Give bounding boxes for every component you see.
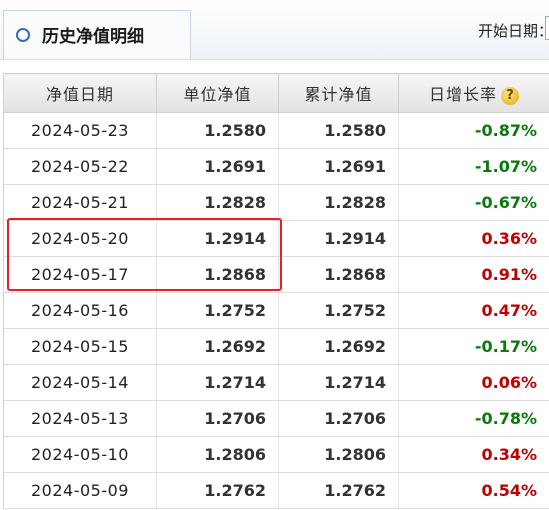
growth-cell: 0.47% xyxy=(398,292,549,329)
growth-cell: 0.06% xyxy=(398,364,549,401)
growth-cell: -0.87% xyxy=(398,112,549,149)
unit-nav-cell: 1.2762 xyxy=(156,472,279,509)
table-row: 2024-05-09 1.2762 1.2762 0.54% xyxy=(3,472,549,509)
acc-nav-cell: 1.2828 xyxy=(278,184,399,221)
highlight-box xyxy=(7,218,282,291)
table-header-row: 净值日期 单位净值 累计净值 日增长率? xyxy=(3,73,549,113)
table-row: 2024-05-13 1.2706 1.2706 -0.78% xyxy=(3,400,549,437)
unit-nav-cell: 1.2691 xyxy=(156,148,279,185)
acc-nav-cell: 1.2806 xyxy=(278,436,399,473)
growth-cell: -1.07% xyxy=(398,148,549,185)
unit-nav-cell: 1.2692 xyxy=(156,328,279,365)
date-cell: 2024-05-21 xyxy=(3,184,157,221)
unit-nav-cell: 1.2828 xyxy=(156,184,279,221)
date-cell: 2024-05-14 xyxy=(3,364,157,401)
date-cell: 2024-05-13 xyxy=(3,400,157,437)
unit-nav-cell: 1.2806 xyxy=(156,436,279,473)
acc-nav-cell: 1.2868 xyxy=(278,256,399,293)
panel-title: 历史净值明细 xyxy=(42,27,144,47)
table-row: 2024-05-16 1.2752 1.2752 0.47% xyxy=(3,292,549,329)
growth-cell: 0.34% xyxy=(398,436,549,473)
table-row: 2024-05-23 1.2580 1.2580 -0.87% xyxy=(3,112,549,149)
table-row: 2024-05-22 1.2691 1.2691 -1.07% xyxy=(3,148,549,185)
growth-cell: 0.91% xyxy=(398,256,549,293)
acc-nav-cell: 1.2762 xyxy=(278,472,399,509)
growth-cell: 0.54% xyxy=(398,472,549,509)
acc-nav-cell: 1.2580 xyxy=(278,112,399,149)
header-acc-nav: 累计净值 xyxy=(278,73,399,113)
table-row: 2024-05-10 1.2806 1.2806 0.34% xyxy=(3,436,549,473)
start-date-input[interactable] xyxy=(545,16,549,40)
header-unit-nav: 单位净值 xyxy=(156,73,279,113)
acc-nav-cell: 1.2706 xyxy=(278,400,399,437)
circle-bullet-icon xyxy=(16,28,30,42)
header-date: 净值日期 xyxy=(3,73,157,113)
date-cell: 2024-05-15 xyxy=(3,328,157,365)
growth-cell: -0.67% xyxy=(398,184,549,221)
unit-nav-cell: 1.2706 xyxy=(156,400,279,437)
panel-title-tab: 历史净值明细 xyxy=(3,10,191,59)
help-icon[interactable]: ? xyxy=(501,86,519,105)
growth-cell: -0.78% xyxy=(398,400,549,437)
growth-cell: 0.36% xyxy=(398,220,549,257)
unit-nav-cell: 1.2752 xyxy=(156,292,279,329)
acc-nav-cell: 1.2752 xyxy=(278,292,399,329)
start-date-label: 开始日期： xyxy=(478,22,549,40)
growth-cell: -0.17% xyxy=(398,328,549,365)
panel-header: 历史净值明细 开始日期： xyxy=(0,0,549,60)
date-cell: 2024-05-22 xyxy=(3,148,157,185)
date-cell: 2024-05-16 xyxy=(3,292,157,329)
header-growth: 日增长率? xyxy=(398,73,549,113)
acc-nav-cell: 1.2714 xyxy=(278,364,399,401)
acc-nav-cell: 1.2692 xyxy=(278,328,399,365)
acc-nav-cell: 1.2691 xyxy=(278,148,399,185)
table-row: 2024-05-14 1.2714 1.2714 0.06% xyxy=(3,364,549,401)
date-cell: 2024-05-10 xyxy=(3,436,157,473)
date-cell: 2024-05-23 xyxy=(3,112,157,149)
nav-history-table: 净值日期 单位净值 累计净值 日增长率? 2024-05-23 1.2580 1.2… xyxy=(3,73,549,509)
unit-nav-cell: 1.2580 xyxy=(156,112,279,149)
unit-nav-cell: 1.2714 xyxy=(156,364,279,401)
table-row: 2024-05-15 1.2692 1.2692 -0.17% xyxy=(3,328,549,365)
acc-nav-cell: 1.2914 xyxy=(278,220,399,257)
table-row: 2024-05-21 1.2828 1.2828 -0.67% xyxy=(3,184,549,221)
date-cell: 2024-05-09 xyxy=(3,472,157,509)
